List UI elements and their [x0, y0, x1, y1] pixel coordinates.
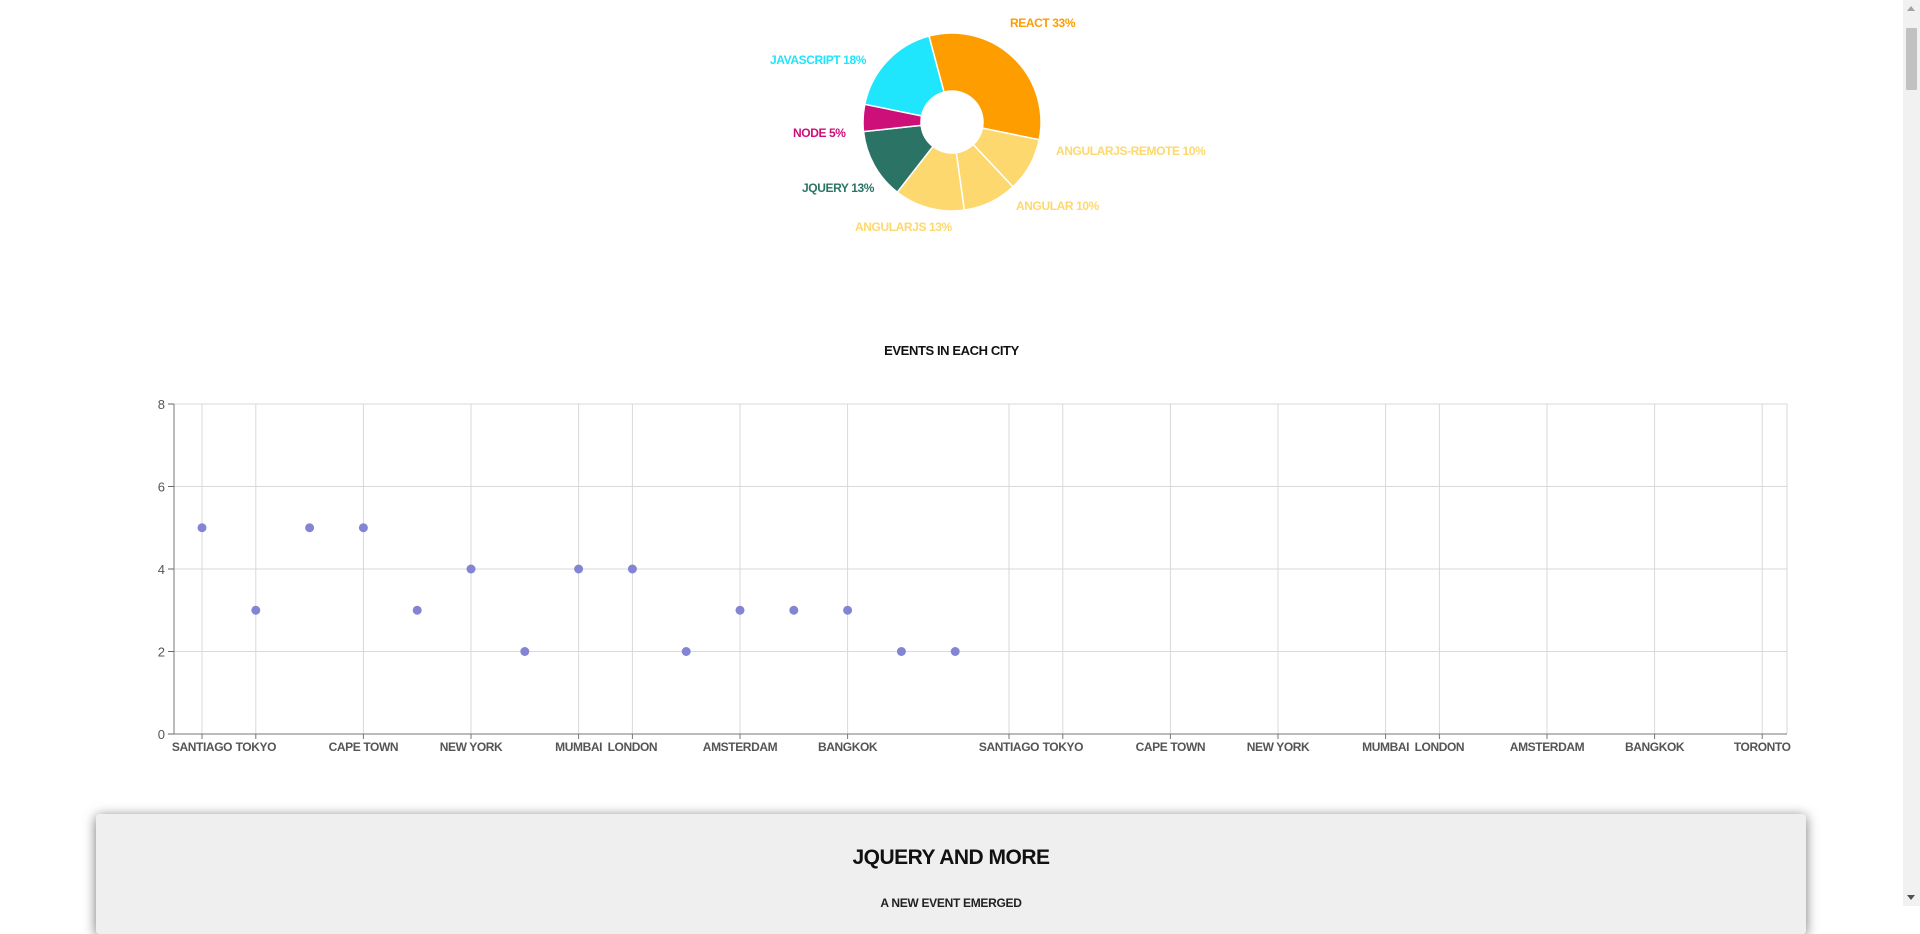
- section-subtitle: A NEW EVENT EMERGED: [880, 896, 1022, 910]
- pie-label-node: NODE 5%: [793, 126, 846, 140]
- scroll-down-arrow-icon[interactable]: [1907, 895, 1915, 900]
- pie-label-javascript: JAVASCRIPT 18%: [770, 53, 867, 67]
- x-tick-label: LONDON: [1415, 740, 1465, 754]
- x-tick-label: AMSTERDAM: [703, 740, 778, 754]
- scatter-point: [627, 564, 637, 574]
- x-tick-label: TOKYO: [236, 740, 277, 754]
- pie-slice-javascript: [863, 35, 945, 117]
- x-tick-label: TOKYO: [1043, 740, 1084, 754]
- x-tick-label: SANTIAGO: [979, 740, 1039, 754]
- scatter-point: [789, 605, 799, 615]
- y-tick-label: 2: [158, 645, 165, 660]
- scatter-point: [950, 647, 960, 656]
- x-tick-label: NEW YORK: [440, 740, 503, 754]
- scatter-point: [251, 605, 261, 615]
- y-tick-label: 4: [158, 562, 165, 577]
- scatter-point: [197, 523, 207, 533]
- events-scatter-chart: 0 2 4 6 8 SANTIAGO TOKYO CAPE TOWN NEW YORK MUMBA…: [0, 380, 1920, 760]
- x-tick-label: MUMBAI: [555, 740, 602, 754]
- pie-label-angular: ANGULAR 10%: [1016, 199, 1100, 213]
- vertical-scrollbar[interactable]: [1903, 0, 1920, 906]
- scatter-point: [412, 605, 422, 615]
- pie-label-jquery: JQUERY 13%: [802, 181, 875, 195]
- x-tick-label: MUMBAI: [1362, 740, 1409, 754]
- x-tick-label: TORONTO: [1734, 740, 1791, 754]
- pie-label-angularjs-remote: ANGULARJS-REMOTE 10%: [1056, 144, 1206, 158]
- x-tick-label: BANGKOK: [1625, 740, 1685, 754]
- donut-chart-svg: REACT 33% ANGULARJS-REMOTE 10% ANGULAR 10%…: [770, 16, 1206, 234]
- x-tick-label: SANTIAGO: [172, 740, 232, 754]
- event-section-card: JQUERY AND MORE A NEW EVENT EMERGED: [96, 814, 1806, 934]
- x-tick-label: NEW YORK: [1247, 740, 1310, 754]
- scatter-point: [896, 647, 906, 656]
- scatter-chart-title: EVENTS IN EACH CITY: [884, 343, 1019, 358]
- y-tick-label: 0: [158, 727, 165, 742]
- scatter-point: [843, 605, 853, 615]
- pie-label-react: REACT 33%: [1010, 16, 1076, 30]
- x-tick-label: CAPE TOWN: [329, 740, 399, 754]
- pie-slice-react: [928, 32, 1042, 141]
- x-tick-label: AMSTERDAM: [1510, 740, 1585, 754]
- scatter-point: [681, 647, 691, 656]
- y-tick-label: 8: [158, 397, 165, 412]
- scatter-point: [305, 523, 315, 533]
- x-tick-label: BANGKOK: [818, 740, 878, 754]
- scatter-point: [574, 564, 584, 574]
- scroll-up-arrow-icon[interactable]: [1907, 6, 1915, 11]
- scatter-chart-svg: 0 2 4 6 8 SANTIAGO TOKYO CAPE TOWN NEW YORK MUMBA…: [158, 397, 1791, 754]
- x-tick-label: LONDON: [608, 740, 658, 754]
- pie-label-angularjs: ANGULARJS 13%: [855, 220, 953, 234]
- scroll-thumb[interactable]: [1906, 28, 1917, 90]
- scatter-point: [466, 564, 476, 574]
- technology-donut-chart: REACT 33% ANGULARJS-REMOTE 10% ANGULAR 10%…: [0, 0, 1900, 260]
- scatter-point: [520, 647, 530, 656]
- x-tick-label: CAPE TOWN: [1136, 740, 1206, 754]
- scatter-point: [735, 605, 745, 615]
- scatter-point: [358, 523, 368, 533]
- section-title: JQUERY AND MORE: [852, 846, 1050, 869]
- y-tick-label: 6: [158, 480, 165, 495]
